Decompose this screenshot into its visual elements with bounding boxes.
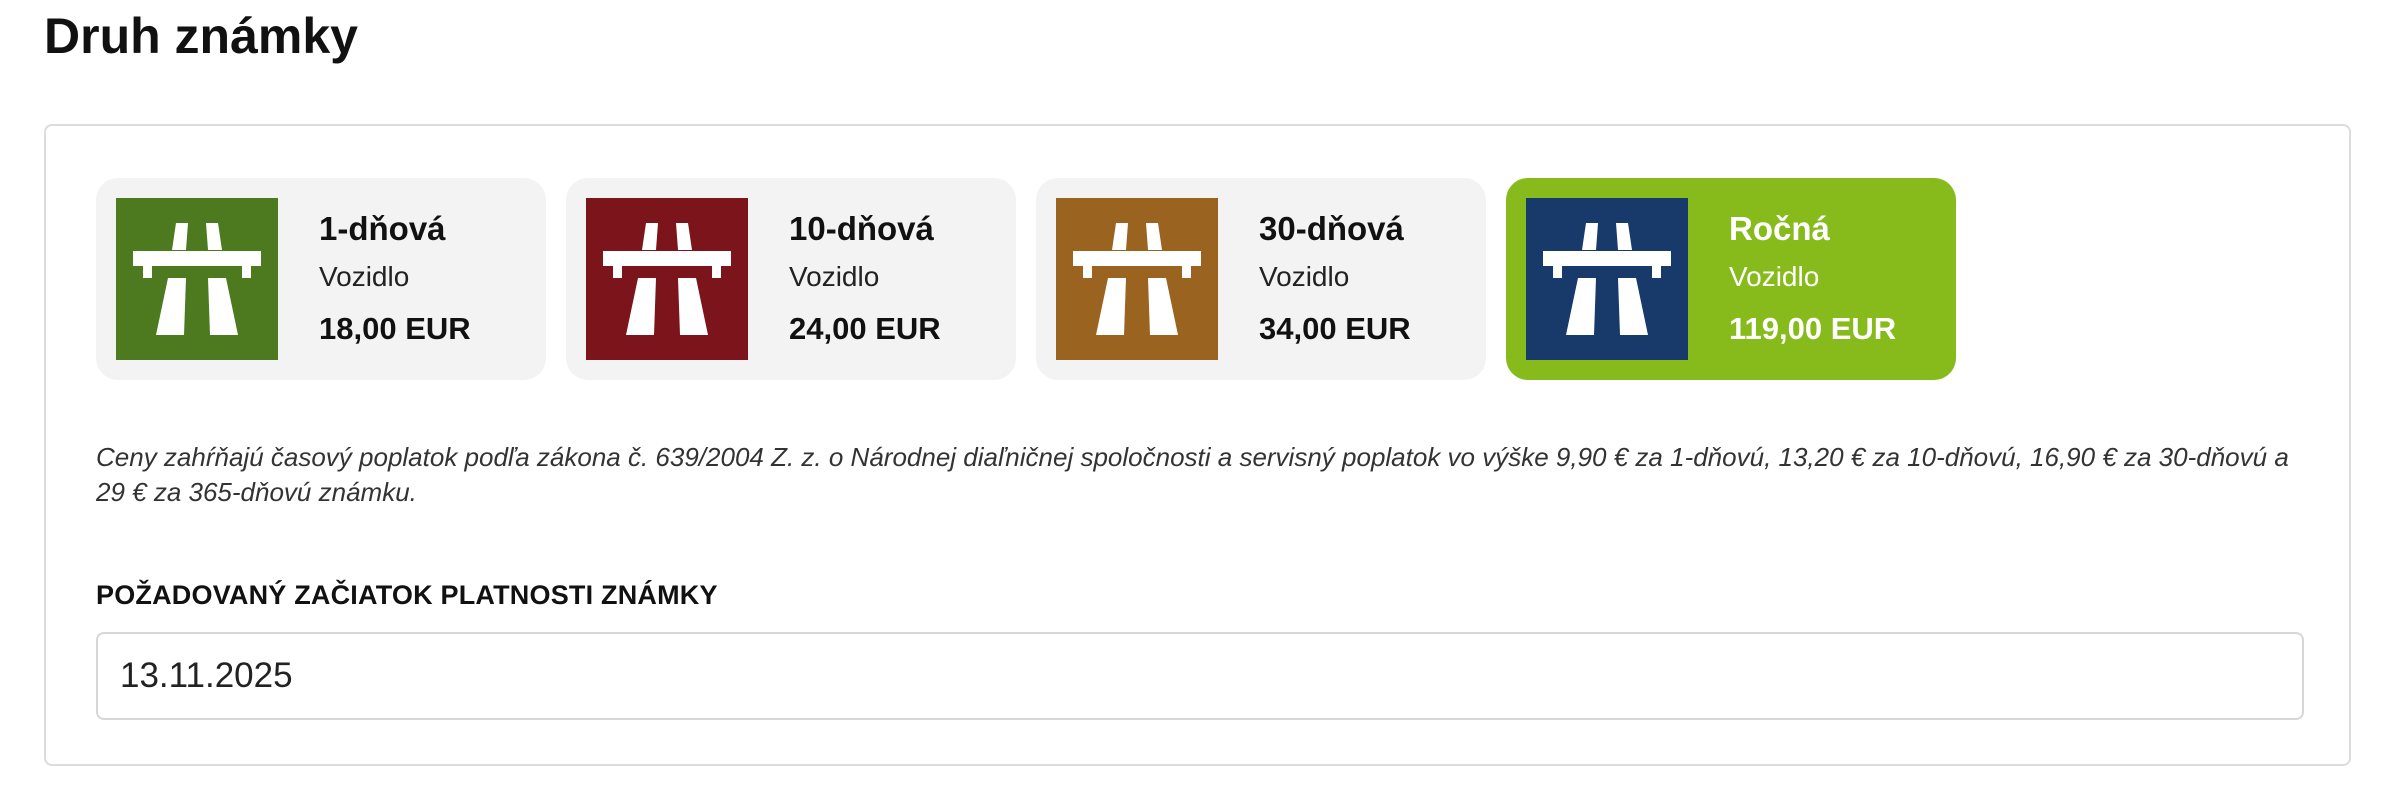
vignette-price: 24,00 EUR	[789, 311, 941, 346]
motorway-icon	[1526, 198, 1688, 360]
vignette-title: 1-dňová	[319, 210, 446, 247]
vignette-price: 119,00 EUR	[1729, 311, 1897, 346]
vignette-option-30-day[interactable]: 30-dňová Vozidlo 34,00 EUR	[1036, 178, 1486, 380]
motorway-icon	[116, 198, 278, 360]
vignette-option-10-day[interactable]: 10-dňová Vozidlo 24,00 EUR	[566, 178, 1016, 380]
page-title: Druh známky	[44, 8, 358, 64]
motorway-icon	[1056, 198, 1218, 360]
vignette-price: 18,00 EUR	[319, 311, 471, 346]
start-date-input[interactable]	[96, 632, 2304, 720]
vignette-title: 30-dňová	[1259, 210, 1404, 247]
vignette-vehicle-type: Vozidlo	[319, 261, 410, 292]
vignette-option-1-day[interactable]: 1-dňová Vozidlo 18,00 EUR	[96, 178, 546, 380]
vignette-panel: 1-dňová Vozidlo 18,00 EUR 10-dňová Vozid…	[44, 124, 2351, 766]
vignette-vehicle-type: Vozidlo	[789, 261, 880, 292]
vignette-title: Ročná	[1729, 210, 1830, 247]
vignette-price: 34,00 EUR	[1259, 311, 1411, 346]
vignette-title: 10-dňová	[789, 210, 934, 247]
vignette-vehicle-type: Vozidlo	[1259, 261, 1350, 292]
vignette-vehicle-type: Vozidlo	[1729, 261, 1820, 292]
motorway-icon	[586, 198, 748, 360]
start-date-label: POŽADOVANÝ ZAČIATOK PLATNOSTI ZNÁMKY	[96, 580, 718, 610]
price-note: Ceny zahŕňajú časový poplatok podľa záko…	[96, 442, 2289, 507]
vignette-option-annual[interactable]: Ročná Vozidlo 119,00 EUR	[1506, 178, 1956, 380]
vignette-options: 1-dňová Vozidlo 18,00 EUR 10-dňová Vozid…	[96, 178, 1956, 380]
